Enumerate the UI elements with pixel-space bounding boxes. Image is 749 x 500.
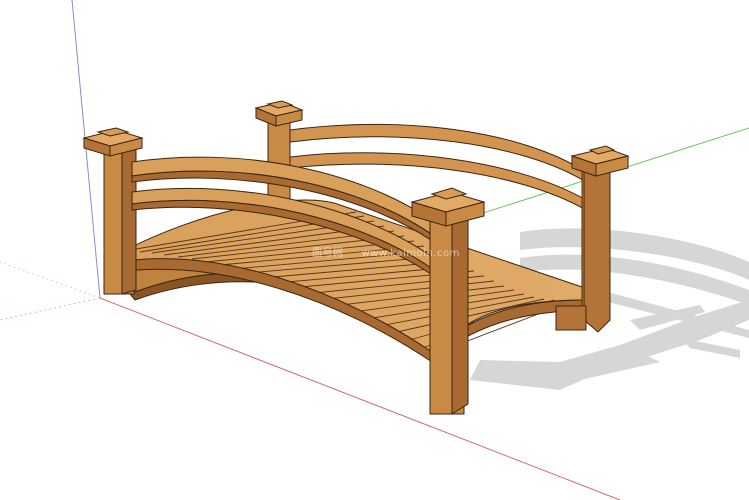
front-left-post [82, 127, 144, 295]
red-axis [99, 297, 621, 500]
back-left-post [267, 119, 291, 203]
sketchup-viewport[interactable]: 图号网 www.kaimoin.com [0, 0, 749, 500]
watermark-brand: 图号网 [312, 248, 344, 259]
watermark-site: www.kaimoin.com [361, 248, 460, 259]
green-axis-dotted [0, 261, 101, 299]
red-axis-dotted [0, 297, 101, 321]
watermark: 图号网 www.kaimoin.com [312, 244, 460, 259]
